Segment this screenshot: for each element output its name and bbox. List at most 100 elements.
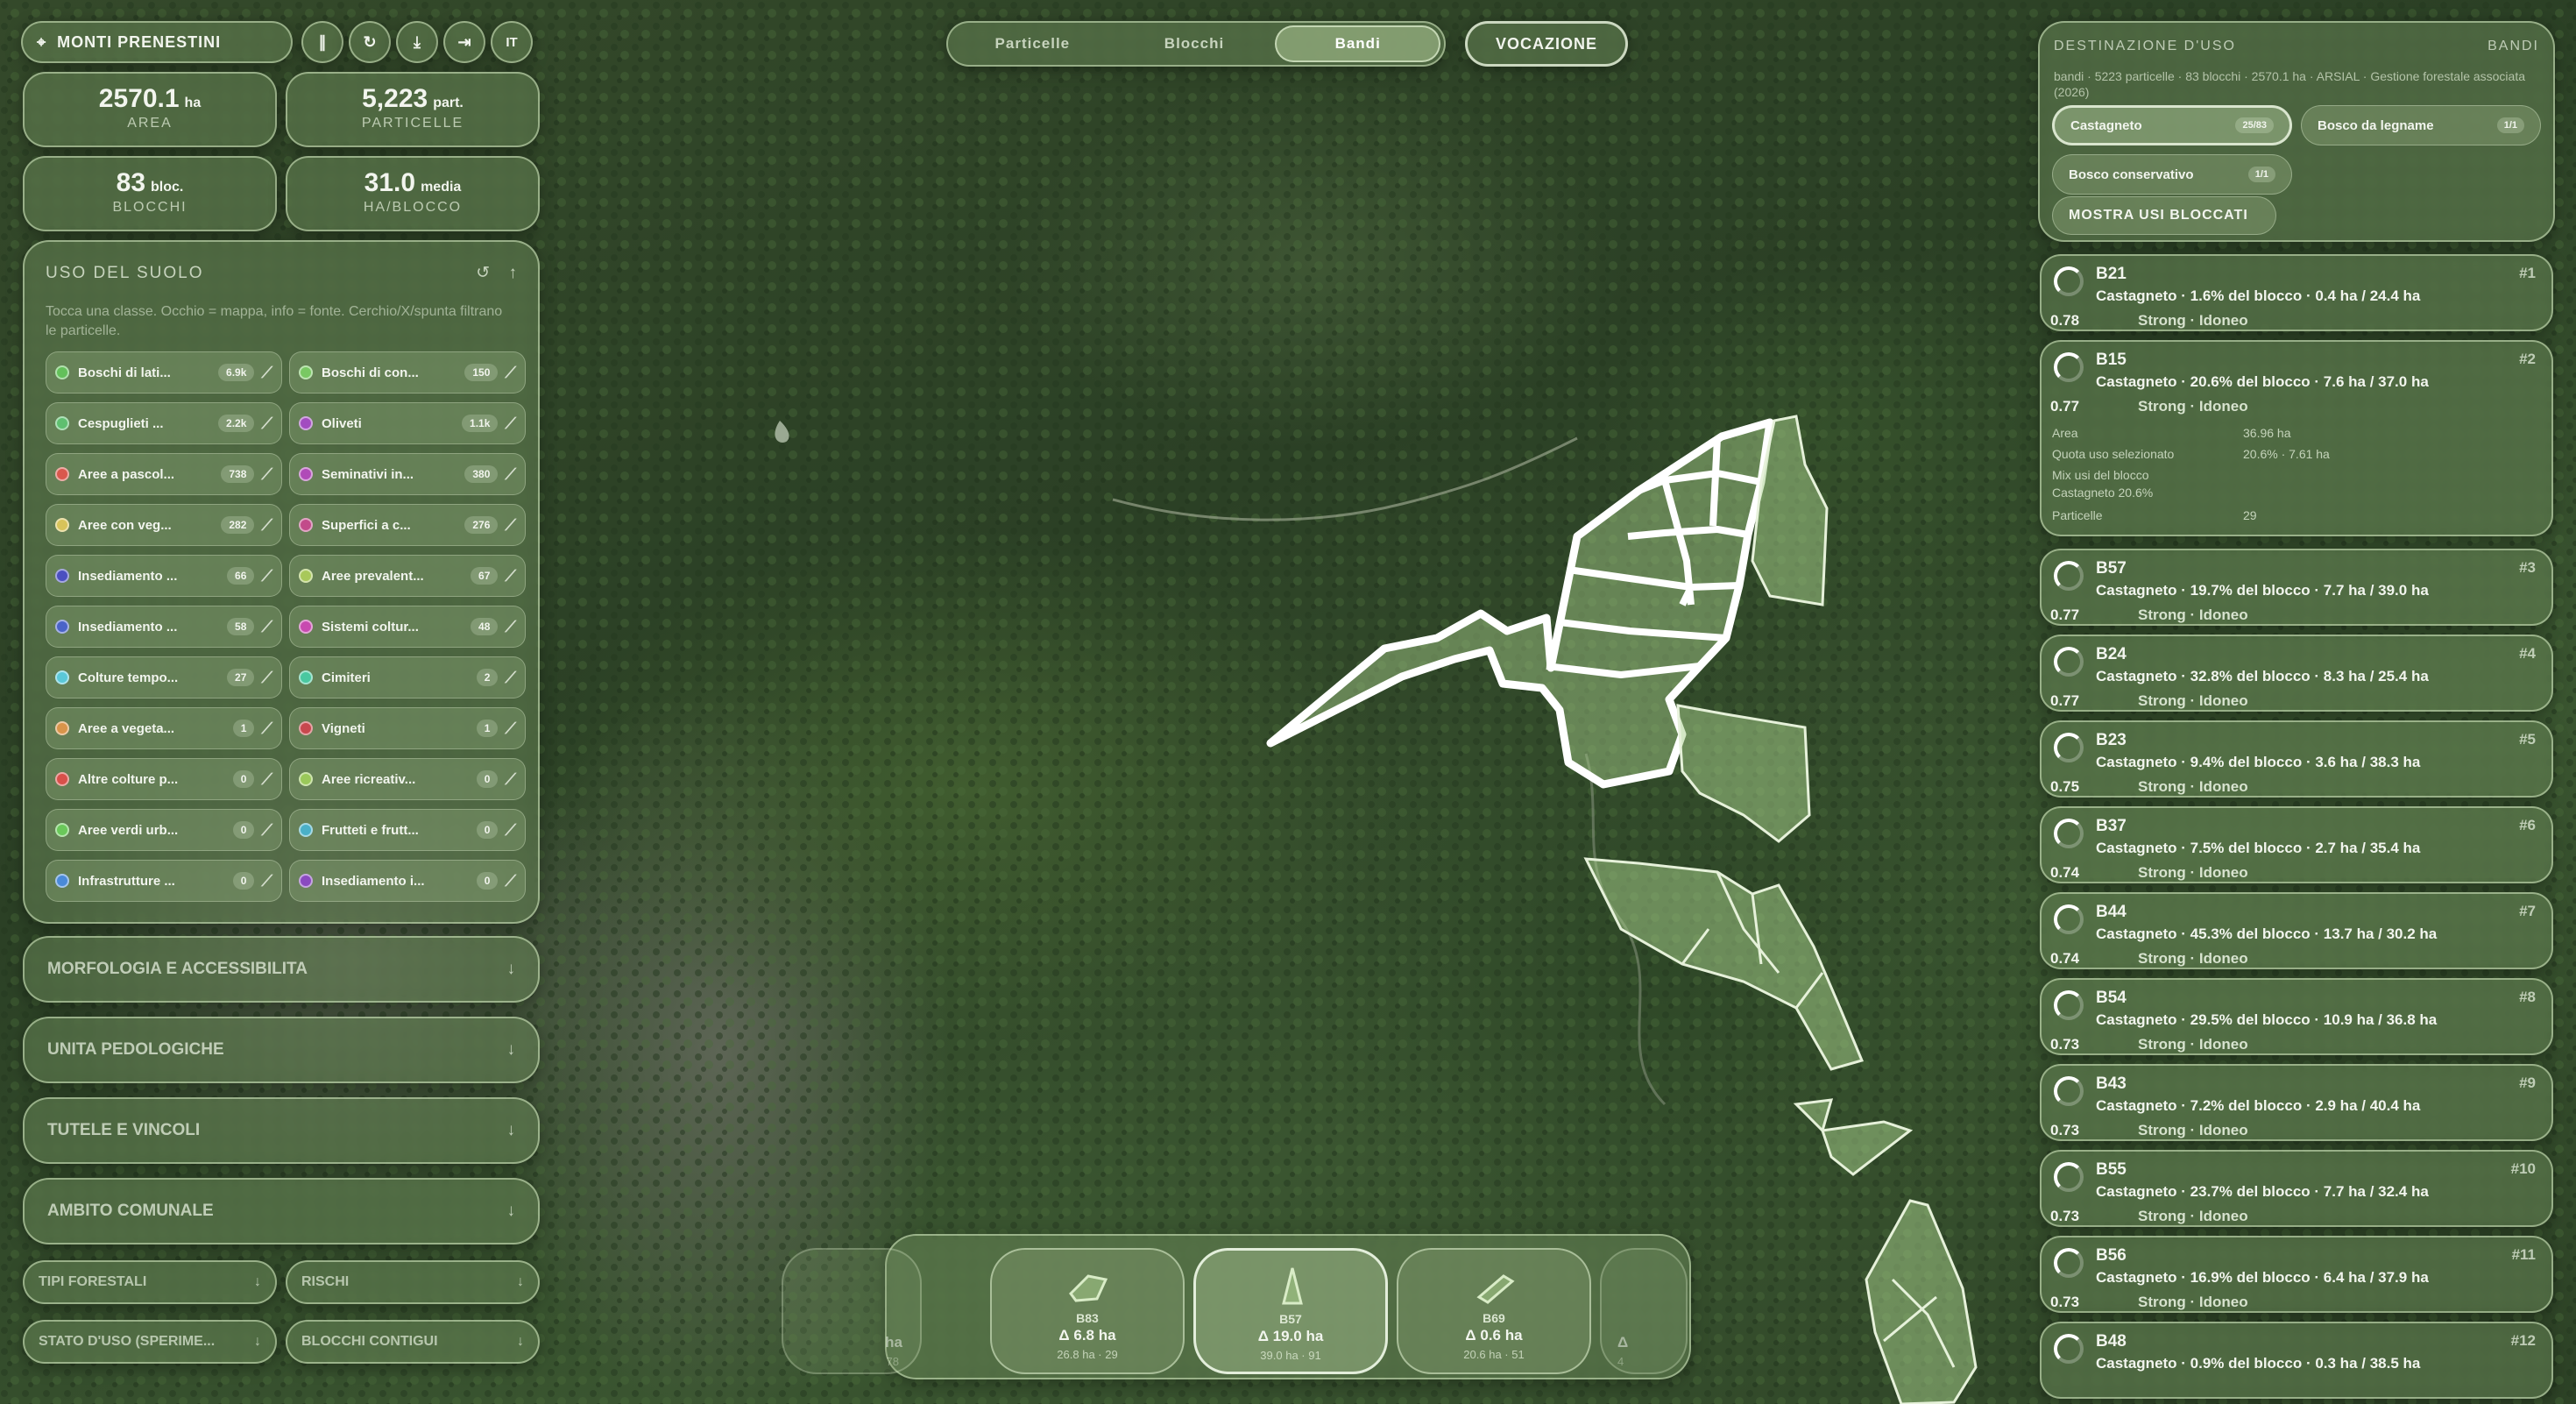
land-use-item[interactable]: Boschi di lati... 6.9k ⟋ <box>46 351 282 394</box>
land-use-item[interactable]: Boschi di con... 150 ⟋ <box>289 351 526 394</box>
map-viewport[interactable]: { "header": { "location": "MONTI PRENEST… <box>0 0 2576 1404</box>
land-use-item[interactable]: Oliveti 1.1k ⟋ <box>289 402 526 444</box>
land-use-item[interactable]: Vigneti 1 ⟋ <box>289 707 526 749</box>
land-use-item[interactable]: Superfici a c... 276 ⟋ <box>289 504 526 546</box>
layers-button[interactable]: ∥ <box>301 21 343 63</box>
result-card[interactable]: B21 #1 Castagneto · 1.6% del blocco · 0.4 … <box>2040 254 2553 331</box>
section-ambito[interactable]: AMBITO COMUNALE ↓ <box>23 1178 540 1244</box>
land-use-item[interactable]: Altre colture p... 0 ⟋ <box>46 758 282 800</box>
result-card[interactable]: B55 #10 Castagneto · 23.7% del blocco · 7.… <box>2040 1150 2553 1227</box>
chip-bosco-legname[interactable]: Bosco da legname 1/1 <box>2301 105 2541 145</box>
class-color-dot[interactable] <box>55 772 69 786</box>
edit-icon[interactable]: ⟋ <box>261 567 272 585</box>
export-button[interactable]: ⇥ <box>443 21 485 63</box>
class-color-dot[interactable] <box>55 670 69 684</box>
class-color-dot[interactable] <box>55 467 69 481</box>
class-color-dot[interactable] <box>299 365 313 379</box>
result-card[interactable]: B56 #11 Castagneto · 16.9% del blocco · 6.… <box>2040 1236 2553 1313</box>
class-color-dot[interactable] <box>299 721 313 735</box>
edit-icon[interactable]: ⟋ <box>261 770 272 789</box>
section-morfologia[interactable]: MORFOLOGIA E ACCESSIBILITA ↓ <box>23 936 540 1003</box>
class-color-dot[interactable] <box>55 874 69 888</box>
result-card[interactable]: B43 #9 Castagneto · 7.2% del blocco · 2.9 … <box>2040 1064 2553 1141</box>
class-color-dot[interactable] <box>55 721 69 735</box>
land-use-item[interactable]: Aree ricreativ... 0 ⟋ <box>289 758 526 800</box>
edit-icon[interactable]: ⟋ <box>261 516 272 535</box>
land-use-item[interactable]: Seminativi in... 380 ⟋ <box>289 453 526 495</box>
land-use-item[interactable]: Aree a vegeta... 1 ⟋ <box>46 707 282 749</box>
section-pedologiche[interactable]: UNITA PEDOLOGICHE ↓ <box>23 1017 540 1083</box>
section-stato-uso[interactable]: STATO D'USO (SPERIME... ↓ <box>23 1320 277 1364</box>
show-locked-button[interactable]: MOSTRA USI BLOCCATI <box>2052 196 2276 235</box>
carousel-item-b69[interactable]: B69 Δ 0.6 ha 20.6 ha · 51 <box>1397 1248 1591 1374</box>
class-color-dot[interactable] <box>299 823 313 837</box>
edit-icon[interactable]: ⟋ <box>505 465 516 484</box>
result-card[interactable]: B37 #6 Castagneto · 7.5% del blocco · 2.7 … <box>2040 806 2553 883</box>
land-use-item[interactable]: Colture tempo... 27 ⟋ <box>46 656 282 698</box>
result-card[interactable]: B24 #4 Castagneto · 32.8% del blocco · 8.3… <box>2040 635 2553 712</box>
land-use-item[interactable]: Aree verdi urb... 0 ⟋ <box>46 809 282 851</box>
class-color-dot[interactable] <box>55 518 69 532</box>
edit-icon[interactable]: ⟋ <box>505 567 516 585</box>
class-color-dot[interactable] <box>55 416 69 430</box>
class-color-dot[interactable] <box>299 670 313 684</box>
edit-icon[interactable]: ⟋ <box>505 618 516 636</box>
edit-icon[interactable]: ⟋ <box>505 720 516 738</box>
land-use-item[interactable]: Cespuglieti ... 2.2k ⟋ <box>46 402 282 444</box>
land-use-item[interactable]: Frutteti e frutt... 0 ⟋ <box>289 809 526 851</box>
section-tipi-forestali[interactable]: TIPI FORESTALI ↓ <box>23 1260 277 1304</box>
class-color-dot[interactable] <box>55 823 69 837</box>
location-selector[interactable]: ⌖ MONTI PRENESTINI <box>21 21 293 63</box>
section-blocchi-contigui[interactable]: BLOCCHI CONTIGUI ↓ <box>286 1320 540 1364</box>
edit-icon[interactable]: ⟋ <box>505 516 516 535</box>
result-card[interactable]: B23 #5 Castagneto · 9.4% del blocco · 3.6 … <box>2040 720 2553 798</box>
edit-icon[interactable]: ⟋ <box>261 872 272 890</box>
tab-particelle[interactable]: Particelle <box>952 25 1114 62</box>
edit-icon[interactable]: ⟋ <box>261 821 272 840</box>
carousel-item-b83[interactable]: B83 Δ 6.8 ha 26.8 ha · 29 <box>990 1248 1185 1374</box>
class-color-dot[interactable] <box>55 365 69 379</box>
section-rischi[interactable]: RISCHI ↓ <box>286 1260 540 1304</box>
edit-icon[interactable]: ⟋ <box>261 465 272 484</box>
section-tutele[interactable]: TUTELE E VINCOLI ↓ <box>23 1097 540 1164</box>
class-color-dot[interactable] <box>299 620 313 634</box>
land-use-item[interactable]: Sistemi coltur... 48 ⟋ <box>289 606 526 648</box>
download-button[interactable]: ⤓ <box>396 21 438 63</box>
land-use-item[interactable]: Aree con veg... 282 ⟋ <box>46 504 282 546</box>
result-card[interactable]: B44 #7 Castagneto · 45.3% del blocco · 13.… <box>2040 892 2553 969</box>
carousel-item-b57[interactable]: B57 Δ 19.0 ha 39.0 ha · 91 <box>1193 1248 1388 1374</box>
carousel-item-partial[interactable]: ha 78 <box>782 1248 922 1374</box>
edit-icon[interactable]: ⟋ <box>261 415 272 433</box>
result-card[interactable]: B57 #3 Castagneto · 19.7% del blocco · 7.7… <box>2040 549 2553 626</box>
reset-button[interactable]: ↻ <box>349 21 391 63</box>
land-use-item[interactable]: Infrastrutture ... 0 ⟋ <box>46 860 282 902</box>
chip-bosco-conservativo[interactable]: Bosco conservativo 1/1 <box>2052 154 2292 195</box>
edit-icon[interactable]: ⟋ <box>261 364 272 382</box>
edit-icon[interactable]: ⟋ <box>505 415 516 433</box>
edit-icon[interactable]: ⟋ <box>261 720 272 738</box>
land-use-item[interactable]: Aree prevalent... 67 ⟋ <box>289 555 526 597</box>
class-color-dot[interactable] <box>55 569 69 583</box>
carousel-item-partial[interactable]: Δ 4 <box>1600 1248 1688 1374</box>
language-button[interactable]: IT <box>491 21 533 63</box>
result-card[interactable]: B54 #8 Castagneto · 29.5% del blocco · 10.… <box>2040 978 2553 1055</box>
land-use-item[interactable]: Aree a pascol... 738 ⟋ <box>46 453 282 495</box>
land-use-item[interactable]: Cimiteri 2 ⟋ <box>289 656 526 698</box>
chip-castagneto[interactable]: Castagneto 25/83 <box>2052 105 2292 145</box>
class-color-dot[interactable] <box>299 518 313 532</box>
tab-bandi[interactable]: Bandi <box>1275 25 1441 62</box>
land-use-item[interactable]: Insediamento ... 66 ⟋ <box>46 555 282 597</box>
class-color-dot[interactable] <box>299 416 313 430</box>
tab-blocchi[interactable]: Blocchi <box>1114 25 1276 62</box>
land-use-item[interactable]: Insediamento i... 0 ⟋ <box>289 860 526 902</box>
class-color-dot[interactable] <box>299 874 313 888</box>
class-color-dot[interactable] <box>55 620 69 634</box>
edit-icon[interactable]: ⟋ <box>505 872 516 890</box>
edit-icon[interactable]: ⟋ <box>505 770 516 789</box>
result-card[interactable]: B48 #12 Castagneto · 0.9% del blocco · 0.3… <box>2040 1322 2553 1399</box>
edit-icon[interactable]: ⟋ <box>261 618 272 636</box>
vocazione-button[interactable]: VOCAZIONE <box>1465 21 1628 67</box>
class-color-dot[interactable] <box>299 569 313 583</box>
edit-icon[interactable]: ⟋ <box>505 669 516 687</box>
class-color-dot[interactable] <box>299 467 313 481</box>
